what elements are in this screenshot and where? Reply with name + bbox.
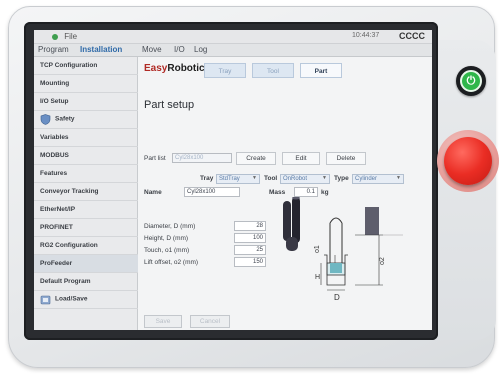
sidebar-item-label: Default Program xyxy=(40,278,91,285)
height-label: Height, D (mm) xyxy=(144,235,189,242)
power-button[interactable]: ⏻ xyxy=(456,66,486,96)
name-field[interactable]: Cyl28x100 xyxy=(184,187,240,197)
chevron-down-icon: ▼ xyxy=(252,175,257,181)
sidebar-item-modbus[interactable]: MODBUS xyxy=(34,147,138,165)
edit-button[interactable]: Edit xyxy=(282,152,320,165)
height-field[interactable]: 100 xyxy=(234,233,266,243)
mass-unit: kg xyxy=(321,189,329,196)
tool-select[interactable]: OnRobot ▼ xyxy=(280,174,330,184)
sidebar-item-label: TCP Configuration xyxy=(40,62,98,69)
sidebar-item-profeeder[interactable]: ProFeeder xyxy=(34,255,138,273)
delete-button[interactable]: Delete xyxy=(326,152,366,165)
lift-offset-field[interactable]: 150 xyxy=(234,257,266,267)
tray-select[interactable]: StdTray ▼ xyxy=(216,174,260,184)
tab-tool[interactable]: Tool xyxy=(252,63,294,78)
save-button[interactable]: Save xyxy=(144,315,182,328)
touch-label: Touch, o1 (mm) xyxy=(144,247,190,254)
sidebar-item-ethernet-ip[interactable]: EtherNet/IP xyxy=(34,201,138,219)
cancel-button[interactable]: Cancel xyxy=(190,315,230,328)
status-icon xyxy=(52,33,58,40)
sidebar-item-load-save[interactable]: Load/Save xyxy=(34,291,138,309)
robot-name: CCCC xyxy=(399,31,425,41)
sidebar-item-label: RG2 Configuration xyxy=(40,242,98,249)
file-menu[interactable]: File xyxy=(52,32,77,41)
part-list-label: Part list xyxy=(144,155,166,162)
sidebar-item-label: I/O Setup xyxy=(40,98,69,105)
type-select[interactable]: Cylinder ▼ xyxy=(352,174,404,184)
tab-installation[interactable]: Installation xyxy=(80,45,122,54)
chevron-down-icon: ▼ xyxy=(396,175,401,181)
tab-log[interactable]: Log xyxy=(194,45,207,54)
lift-offset-label: Lift offset, o2 (mm) xyxy=(144,259,199,266)
top-bar: File 10:44:37 CCCC xyxy=(34,30,432,44)
sidebar-item-label: Safety xyxy=(55,115,75,123)
tab-program[interactable]: Program xyxy=(38,45,69,54)
diameter-d-label: D xyxy=(334,293,340,302)
sidebar-item-default-program[interactable]: Default Program xyxy=(34,273,138,291)
part-dimension-diagram: o1 o2 H D xyxy=(283,197,403,302)
sidebar-item-safety[interactable]: Safety xyxy=(34,111,138,129)
emergency-stop-button[interactable] xyxy=(444,137,492,185)
page-title: Part setup xyxy=(144,99,195,111)
touchscreen: File 10:44:37 CCCC Program Installation … xyxy=(34,30,432,330)
file-label: File xyxy=(64,32,78,41)
height-h-label: H xyxy=(315,274,320,281)
easyrobotics-logo: EasyRobotics xyxy=(144,63,211,74)
o2-label: o2 xyxy=(379,257,386,265)
sidebar-item-rg2-configuration[interactable]: RG2 Configuration xyxy=(34,237,138,255)
tool-label: Tool xyxy=(264,175,278,182)
o1-label: o1 xyxy=(314,245,321,253)
sidebar-item-features[interactable]: Features xyxy=(34,165,138,183)
part-list-select[interactable]: Cyl28x100 xyxy=(172,153,232,163)
touch-field[interactable]: 25 xyxy=(234,245,266,255)
sidebar-item-io-setup[interactable]: I/O Setup xyxy=(34,93,138,111)
sidebar-item-conveyor-tracking[interactable]: Conveyor Tracking xyxy=(34,183,138,201)
sidebar-item-profinet[interactable]: PROFINET xyxy=(34,219,138,237)
main-menu-tabs: Program Installation Move I/O Log xyxy=(34,44,432,57)
sidebar-item-label: Load/Save xyxy=(55,295,88,303)
tab-part[interactable]: Part xyxy=(300,63,342,78)
sidebar-item-variables[interactable]: Variables xyxy=(34,129,138,147)
tray-label: Tray xyxy=(200,175,214,182)
tab-tray[interactable]: Tray xyxy=(204,63,246,78)
sidebar-item-label: PROFINET xyxy=(40,224,73,231)
sidebar-item-mounting[interactable]: Mounting xyxy=(34,75,138,93)
sidebar-item-label: Variables xyxy=(40,134,69,141)
chevron-down-icon: ▼ xyxy=(322,175,327,181)
sidebar-item-label: Conveyor Tracking xyxy=(40,188,99,195)
diameter-label: Diameter, D (mm) xyxy=(144,223,196,230)
mass-label: Mass xyxy=(269,189,286,196)
name-label: Name xyxy=(144,189,162,196)
part-setup-panel: EasyRobotics Tray Tool Part Part setup P… xyxy=(138,57,432,330)
shield-icon xyxy=(40,114,51,125)
part-3d-image xyxy=(283,197,300,251)
tab-move[interactable]: Move xyxy=(142,45,162,54)
sidebar-item-label: ProFeeder xyxy=(40,260,73,267)
type-label: Type xyxy=(334,175,349,182)
sidebar-item-label: Features xyxy=(40,170,68,177)
folder-icon xyxy=(40,294,51,305)
sidebar-item-label: MODBUS xyxy=(40,152,69,159)
create-button[interactable]: Create xyxy=(236,152,276,165)
sidebar-item-label: EtherNet/IP xyxy=(40,206,76,213)
sidebar-item-tcp-configuration[interactable]: TCP Configuration xyxy=(34,57,138,75)
tab-io[interactable]: I/O xyxy=(174,45,185,54)
installation-sidebar: TCP Configuration Mounting I/O Setup Saf… xyxy=(34,57,138,330)
diameter-field[interactable]: 28 xyxy=(234,221,266,231)
clock: 10:44:37 xyxy=(352,32,380,39)
mass-field[interactable]: 0.1 xyxy=(294,187,318,197)
power-icon: ⏻ xyxy=(460,70,482,92)
sidebar-item-label: Mounting xyxy=(40,80,70,87)
